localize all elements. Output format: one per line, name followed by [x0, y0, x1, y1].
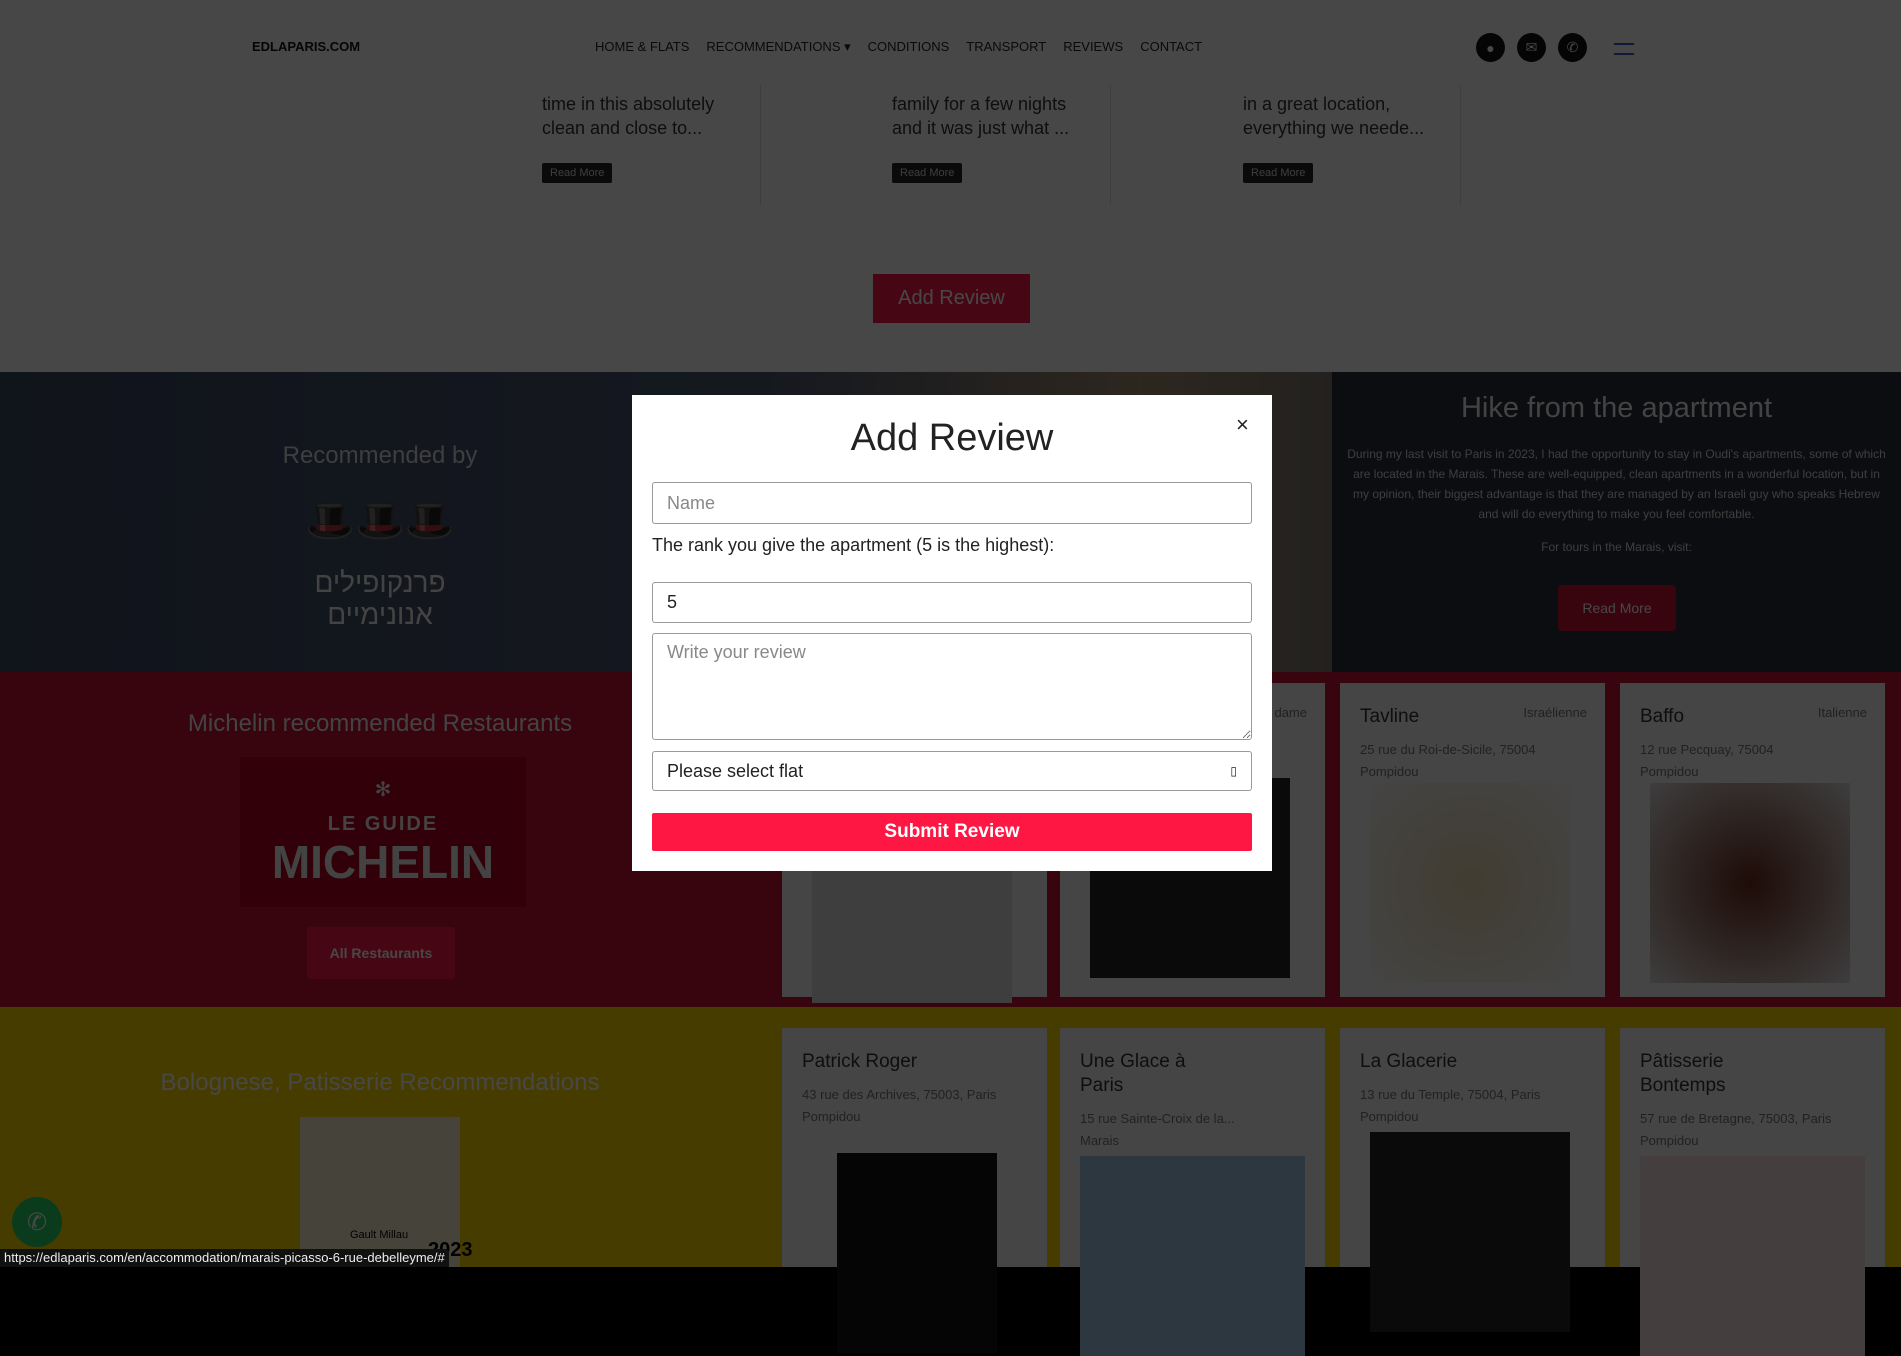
rank-label: The rank you give the apartment (5 is th…: [652, 535, 1055, 555]
divider: [760, 85, 761, 205]
nav-reviews[interactable]: REVIEWS: [1063, 39, 1123, 55]
nav-home-flats[interactable]: HOME & FLATS: [595, 39, 689, 55]
review-snippet: in a great location, everything we neede.…: [1243, 92, 1443, 140]
chevron-down-icon: ▾: [844, 39, 851, 54]
shop-area: Marais: [1080, 1133, 1120, 1148]
header-icons: ● ✉ ✆: [1476, 33, 1587, 62]
shop-image: [1640, 1156, 1865, 1356]
restaurant-address: 25 rue du Roi-de-Sicile, 75004: [1360, 742, 1536, 757]
badge-brand: Gault Millau: [350, 1229, 409, 1241]
read-more-button[interactable]: Read More: [542, 163, 613, 183]
shop-image: [1080, 1156, 1305, 1356]
francophiles-logo: 🎩🎩🎩: [305, 499, 455, 543]
patisserie-title: Bolognese, Patisserie Recommendations: [160, 1069, 600, 1096]
name-input[interactable]: [652, 482, 1252, 524]
israel-flag-icon[interactable]: [1614, 43, 1634, 55]
shop-address: 57 rue de Bretagne, 75003, Paris: [1640, 1111, 1832, 1126]
site-header: EDLAPARIS.COM HOME & FLATS RECOMMENDATIO…: [0, 0, 1901, 372]
restaurant-card[interactable]: Tavline Israélienne 25 rue du Roi-de-Sici…: [1340, 683, 1605, 997]
add-review-button[interactable]: Add Review: [873, 274, 1030, 323]
read-more-button[interactable]: Read More: [892, 163, 963, 183]
shop-address: 43 rue des Archives, 75003, Paris: [802, 1087, 997, 1102]
shop-area: Pompidou: [1360, 1109, 1419, 1124]
shop-address: 13 rue du Temple, 75004, Paris: [1360, 1087, 1541, 1102]
nav-recommendations-label: RECOMMENDATIONS: [706, 39, 841, 54]
review-text: family for a few nights: [892, 94, 1067, 114]
francophiles-logo-text: פרנקופילים אנונימיים: [314, 567, 446, 630]
read-more-button[interactable]: Read More: [1243, 163, 1314, 183]
modal-title: Add Review: [850, 417, 1054, 459]
user-icon[interactable]: ●: [1476, 33, 1505, 62]
restaurant-address: 12 rue Pecquay, 75004: [1640, 742, 1774, 757]
whatsapp-icon[interactable]: ✆: [12, 1197, 62, 1247]
gault-millau-badge: Gault Millau 2023: [300, 1117, 473, 1267]
rank-input[interactable]: [652, 582, 1252, 623]
michelin-logo: ✻ LE GUIDE MICHELIN: [240, 757, 526, 907]
restaurant-cuisine: dame: [1274, 705, 1307, 720]
shop-name: La Glacerie: [1360, 1051, 1458, 1072]
restaurant-card[interactable]: Baffo Italienne 12 rue Pecquay, 75004 Pomp…: [1620, 683, 1885, 997]
review-snippet: time in this absolutely clean and close t…: [542, 92, 742, 140]
status-bar-url: https://edlaparis.com/en/accommodation/m…: [0, 1249, 449, 1267]
restaurant-name: Tavline: [1360, 706, 1420, 727]
shop-area: Pompidou: [802, 1109, 861, 1124]
shop-address: 15 rue Sainte-Croix de la...: [1080, 1111, 1235, 1126]
review-text: and it was just what ...: [892, 118, 1070, 138]
divider: [1460, 85, 1461, 205]
review-text: clean and close to...: [542, 118, 703, 138]
restaurant-name: Baffo: [1640, 706, 1685, 727]
mail-icon[interactable]: ✉: [1517, 33, 1546, 62]
flat-select[interactable]: Please select flat ▯: [652, 751, 1252, 791]
restaurant-image: [1650, 783, 1850, 983]
shop-image: [1370, 1132, 1570, 1332]
nav-recommendations[interactable]: RECOMMENDATIONS ▾: [706, 39, 850, 55]
shop-image: [837, 1153, 997, 1353]
close-icon[interactable]: ×: [1236, 412, 1249, 438]
select-arrow-icon: ▯: [1230, 764, 1237, 778]
michelin-logo-top: LE GUIDE: [327, 813, 439, 835]
restaurant-area: Pompidou: [1360, 764, 1419, 779]
hike-panel: Hike from the apartment During my last v…: [1332, 372, 1901, 672]
submit-review-button[interactable]: Submit Review: [652, 813, 1252, 851]
review-snippet: family for a few nights and it was just w…: [892, 92, 1092, 140]
phone-icon[interactable]: ✆: [1558, 33, 1587, 62]
main-nav: HOME & FLATS RECOMMENDATIONS ▾ CONDITION…: [595, 39, 1202, 55]
shop-name: Pâtisserie Bontemps: [1640, 1051, 1726, 1096]
hike-body: During my last visit to Paris in 2023, I…: [1347, 447, 1886, 521]
shop-card[interactable]: Pâtisserie Bontemps 57 rue de Bretagne, 7…: [1620, 1028, 1885, 1356]
restaurant-area: Pompidou: [1640, 764, 1699, 779]
michelin-logo-main: MICHELIN: [271, 836, 495, 888]
all-restaurants-button[interactable]: All Restaurants: [307, 927, 455, 979]
shop-name: Patrick Roger: [802, 1051, 918, 1072]
shop-area: Pompidou: [1640, 1133, 1699, 1148]
restaurant-cuisine: Israélienne: [1523, 705, 1587, 720]
review-textarea[interactable]: [652, 633, 1252, 740]
divider: [1110, 85, 1111, 205]
shop-card[interactable]: La Glacerie 13 rue du Temple, 75004, Pari…: [1340, 1028, 1605, 1332]
hike-read-more-button[interactable]: Read More: [1558, 585, 1676, 631]
shop-name: Une Glace à Paris: [1080, 1051, 1186, 1096]
restaurant-cuisine: Italienne: [1817, 705, 1867, 720]
nav-transport[interactable]: TRANSPORT: [966, 39, 1046, 55]
shop-card[interactable]: Une Glace à Paris 15 rue Sainte-Croix de …: [1060, 1028, 1325, 1356]
hike-title: Hike from the apartment: [1460, 392, 1773, 424]
review-text: in a great location,: [1243, 94, 1391, 114]
nav-contact[interactable]: CONTACT: [1140, 39, 1202, 55]
add-review-modal: Add Review × The rank you give the apart…: [632, 395, 1272, 871]
michelin-star-icon: ✻: [374, 779, 392, 801]
restaurant-image: [1370, 783, 1570, 983]
flat-select-value: Please select flat: [667, 760, 804, 781]
site-logo[interactable]: EDLAPARIS.COM: [252, 39, 360, 54]
review-text: everything we neede...: [1243, 118, 1425, 138]
shop-card[interactable]: Patrick Roger 43 rue des Archives, 75003,…: [782, 1028, 1047, 1353]
nav-conditions[interactable]: CONDITIONS: [868, 39, 950, 55]
hike-tours: For tours in the Marais, visit:: [1541, 540, 1692, 554]
review-text: time in this absolutely: [542, 94, 715, 114]
